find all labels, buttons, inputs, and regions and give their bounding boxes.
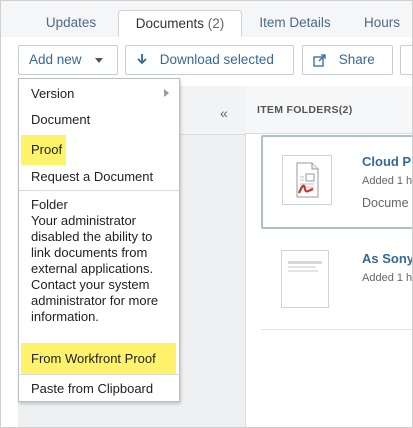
tab-updates[interactable]: Updates: [31, 10, 111, 37]
add-new-button[interactable]: Add new: [18, 45, 118, 75]
add-new-dropdown-menu: Version Document Proof Request a Documen…: [18, 78, 180, 402]
menu-divider: [19, 190, 179, 191]
share-label: Share: [338, 52, 375, 67]
menu-item-proof-label: Proof: [31, 142, 63, 157]
add-new-label: Add new: [29, 52, 82, 67]
menu-item-paste-clipboard[interactable]: Paste from Clipboard: [19, 380, 179, 398]
document-added: Added 1 h: [362, 272, 413, 284]
menu-item-document[interactable]: Document: [19, 111, 179, 129]
share-icon: [313, 54, 326, 67]
menu-item-request-document[interactable]: Request a Document: [19, 168, 179, 186]
menu-divider: [19, 374, 179, 375]
document-name[interactable]: As Sony: [362, 251, 412, 266]
documents-panel: Updates Documents (2) Item Details Hours…: [0, 0, 413, 428]
pdf-file-icon: [296, 162, 319, 198]
caret-down-icon: [95, 57, 104, 63]
menu-item-from-workfront-proof[interactable]: From Workfront Proof: [19, 350, 179, 368]
document-preview-icon: [288, 261, 322, 272]
menu-item-proof[interactable]: Proof: [19, 141, 179, 159]
menu-item-paste-label: Paste from Clipboard: [31, 381, 154, 396]
document-card[interactable]: Cloud P Added 1 h Docume: [261, 135, 413, 229]
menu-item-folder-label: Folder: [31, 197, 68, 212]
menu-item-workfront-proof-label: From Workfront Proof: [31, 351, 156, 366]
menu-item-version-label: Version: [31, 86, 75, 101]
tab-documents-label: Documents: [135, 16, 204, 31]
menu-item-folder[interactable]: Folder: [19, 196, 179, 214]
tab-item-details[interactable]: Item Details: [251, 10, 339, 37]
share-button[interactable]: Share: [302, 45, 393, 75]
download-arrow-icon: [137, 54, 147, 65]
download-selected-button[interactable]: Download selected: [125, 45, 294, 75]
download-selected-label: Download selected: [159, 52, 274, 67]
submenu-arrow-icon: [164, 89, 169, 97]
tab-documents-count: (2): [207, 16, 225, 31]
document-added: Added 1 h: [362, 175, 413, 187]
tab-documents[interactable]: Documents (2): [118, 10, 242, 37]
more-actions-button[interactable]: [400, 45, 412, 75]
document-card[interactable]: As Sony Added 1 h: [261, 237, 413, 330]
tab-bar: Updates Documents (2) Item Details Hours: [1, 1, 412, 38]
menu-item-request-label: Request a Document: [31, 169, 154, 184]
external-links-disabled-note: Your administrator disabled the ability …: [31, 213, 159, 324]
tab-updates-label: Updates: [45, 15, 97, 30]
document-thumbnail: [282, 155, 332, 205]
tab-hours[interactable]: Hours: [355, 10, 409, 37]
document-thumbnail: [281, 250, 329, 308]
tab-hours-label: Hours: [363, 15, 400, 30]
collapse-pane-icon[interactable]: «: [220, 105, 228, 121]
tab-item-details-label: Item Details: [259, 15, 331, 30]
menu-item-version[interactable]: Version: [19, 85, 179, 103]
document-name[interactable]: Cloud P: [362, 154, 411, 169]
menu-item-document-label: Document: [31, 112, 91, 127]
document-type: Docume: [362, 196, 409, 210]
item-folders-header: ITEM FOLDERS(2): [245, 86, 412, 134]
